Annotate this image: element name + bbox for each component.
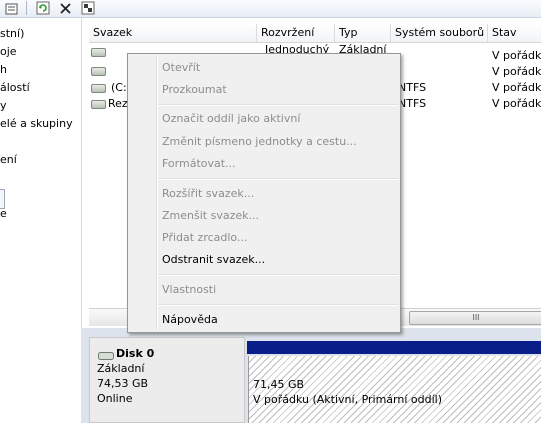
- cell-status: V pořádku: [492, 49, 541, 62]
- cell-volume: (C:: [111, 81, 127, 94]
- menu-item-change-drive-letter[interactable]: Změnit písmeno jednotky a cestu...: [162, 134, 357, 149]
- cell-status: V pořádku: [492, 65, 541, 78]
- column-header-filesystem[interactable]: Systém souborů: [391, 24, 488, 42]
- column-header-layout[interactable]: Rozvržení: [257, 24, 335, 42]
- cell-status: V pořádku: [492, 97, 541, 110]
- menu-separator: [158, 304, 398, 306]
- cell-filesystem: NTFS: [398, 81, 427, 94]
- context-menu: Otevřít Prozkoumat Označit oddíl jako ak…: [127, 53, 401, 333]
- delete-icon[interactable]: [57, 0, 73, 16]
- cell-volume: Rez: [108, 97, 128, 110]
- column-header-status[interactable]: Stav: [488, 24, 541, 42]
- menu-item-shrink[interactable]: Zmenšit svazek...: [162, 208, 259, 223]
- menu-item-extend[interactable]: Rozšířit svazek...: [162, 186, 254, 201]
- tree-item[interactable]: álostí: [0, 81, 30, 94]
- partition-status: V pořádku (Aktivní, Primární oddíl): [253, 393, 442, 406]
- partition-size: 71,45 GB: [253, 378, 305, 391]
- tree-item[interactable]: y: [0, 99, 7, 112]
- tree-item[interactable]: elé a skupiny: [0, 117, 73, 130]
- drive-icon: [91, 100, 106, 109]
- disk-status: Online: [97, 392, 133, 405]
- partition-header-bar: [247, 341, 541, 354]
- menu-item-mark-active[interactable]: Označit oddíl jako aktivní: [162, 111, 300, 126]
- drive-icon: [91, 84, 106, 93]
- cell-filesystem: NTFS: [398, 97, 427, 110]
- disk-info[interactable]: Disk 0 Základní 74,53 GB Online: [89, 337, 245, 423]
- disk-size: 74,53 GB: [97, 377, 149, 390]
- disk-type: Základní: [97, 362, 145, 375]
- cell-status: V pořádku: [492, 81, 541, 94]
- menu-separator: [158, 274, 398, 276]
- menu-separator: [158, 178, 398, 180]
- menu-separator: [158, 104, 398, 106]
- disk-name: Disk 0: [116, 347, 155, 360]
- scrollbar-thumb[interactable]: III: [409, 311, 541, 325]
- menu-item-explore[interactable]: Prozkoumat: [162, 82, 227, 97]
- menu-gutter: [156, 56, 158, 330]
- refresh-icon[interactable]: [35, 0, 51, 16]
- menu-item-delete-volume[interactable]: Odstranit svazek...: [162, 252, 265, 267]
- properties-icon[interactable]: [3, 0, 19, 16]
- menu-item-format[interactable]: Formátovat...: [162, 156, 236, 171]
- column-header-volume[interactable]: Svazek: [89, 24, 257, 42]
- drive-icon: [91, 48, 106, 57]
- tree-item[interactable]: e: [0, 207, 7, 220]
- tree-selection-box: [0, 189, 5, 209]
- menu-item-add-mirror[interactable]: Přidat zrcadlo...: [162, 230, 247, 245]
- menu-item-properties[interactable]: Vlastnosti: [162, 282, 216, 297]
- tree-item[interactable]: h: [0, 63, 7, 76]
- list-header: Svazek Rozvržení Typ Systém souborů Stav: [89, 24, 541, 43]
- menu-item-open[interactable]: Otevřít: [162, 60, 200, 75]
- toolbar: [0, 0, 541, 18]
- help-icon[interactable]: [80, 0, 96, 16]
- tree-item[interactable]: ení: [0, 153, 17, 166]
- console-tree: stní) oje h álostí y elé a skupiny ení e: [0, 18, 82, 423]
- menu-item-help[interactable]: Nápověda: [162, 312, 218, 327]
- tree-item[interactable]: oje: [0, 45, 17, 58]
- tree-item[interactable]: stní): [0, 27, 24, 40]
- toolbar-separator: [26, 1, 27, 15]
- partition-block[interactable]: 71,45 GB V pořádku (Aktivní, Primární od…: [248, 356, 541, 423]
- column-header-type[interactable]: Typ: [335, 24, 391, 42]
- drive-icon: [91, 67, 106, 76]
